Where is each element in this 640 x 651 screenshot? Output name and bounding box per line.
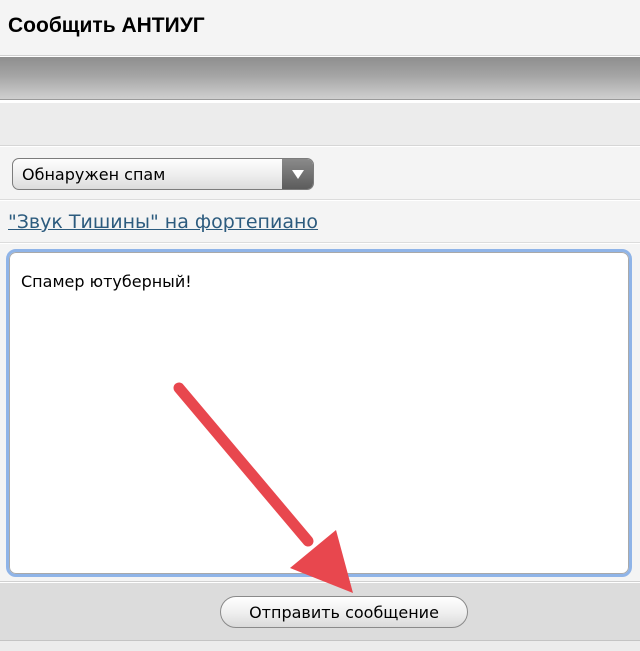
chevron-down-icon [292, 170, 304, 179]
title-bar: Сообщить АНТИУГ [0, 0, 640, 56]
message-textarea[interactable]: Спамер ютуберный! [6, 249, 632, 577]
send-message-button[interactable]: Отправить сообщение [220, 596, 468, 628]
page-title: Сообщить АНТИУГ [8, 14, 205, 37]
toolbar-band [0, 57, 640, 100]
target-row: "Звук Тишины" на фортепиано [0, 201, 640, 243]
select-arrow-button[interactable] [282, 159, 313, 189]
submit-row: Отправить сообщение [0, 583, 640, 641]
spacer-row [0, 102, 640, 146]
reason-select-value: Обнаружен спам [22, 165, 166, 184]
bottom-strip [0, 641, 640, 651]
message-row: Спамер ютуберный! [0, 244, 640, 582]
reason-row: Обнаружен спам [0, 147, 640, 200]
reason-select[interactable]: Обнаружен спам [12, 158, 314, 190]
message-text: Спамер ютуберный! [21, 272, 192, 291]
target-video-link[interactable]: "Звук Тишины" на фортепиано [8, 211, 318, 233]
